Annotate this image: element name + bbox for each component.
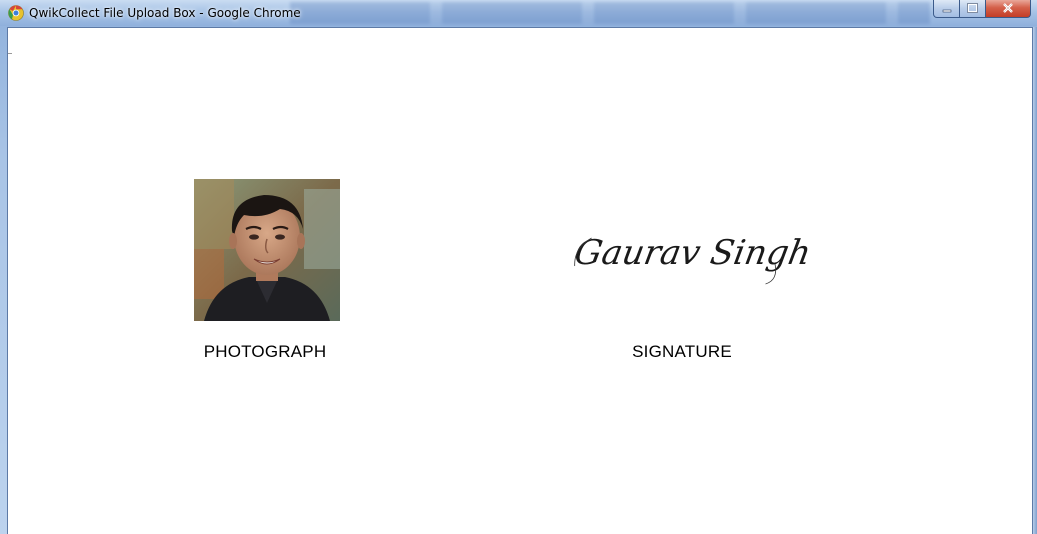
window-border: [1033, 27, 1037, 534]
close-button[interactable]: [986, 0, 1031, 18]
photograph-image: [194, 179, 340, 321]
divider: [8, 53, 12, 54]
window-title: QwikCollect File Upload Box - Google Chr…: [29, 6, 301, 20]
maximize-button[interactable]: [960, 0, 986, 18]
minimize-icon: [942, 0, 952, 18]
signature-handwriting: Gaurav Singh: [571, 233, 814, 273]
maximize-icon: [967, 0, 978, 18]
signature-image: Gaurav Singh: [565, 218, 817, 288]
close-icon: [1002, 0, 1014, 18]
minimize-button[interactable]: [933, 0, 960, 18]
background-taskbar-tabs: [290, 2, 930, 24]
signature-label: SIGNATURE: [632, 342, 732, 361]
page-content: PHOTOGRAPH Gaurav Singh SIGNATURE: [7, 27, 1033, 534]
window-controls: [933, 0, 1031, 19]
browser-window: QwikCollect File Upload Box - Google Chr…: [0, 0, 1037, 534]
chrome-icon[interactable]: [8, 5, 24, 21]
title-bar[interactable]: QwikCollect File Upload Box - Google Chr…: [0, 0, 1037, 26]
photograph-label: PHOTOGRAPH: [203, 342, 327, 361]
